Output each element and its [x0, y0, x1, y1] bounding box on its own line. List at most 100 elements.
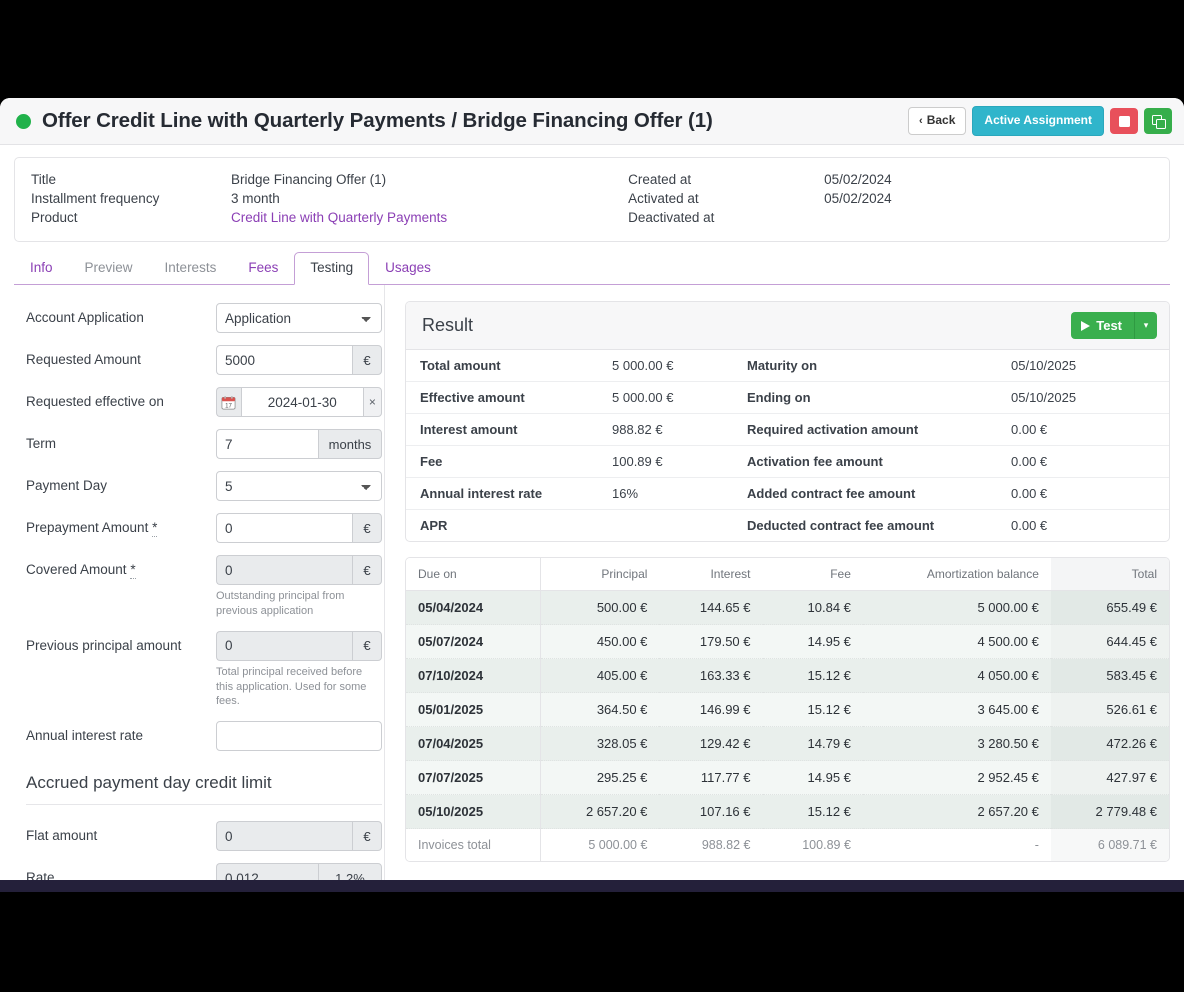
summary-value: 05/02/2024 — [824, 191, 892, 206]
stop-button[interactable] — [1110, 108, 1138, 134]
cell-balance: 2 657.20 € — [862, 794, 1051, 829]
back-button-label: Back — [926, 113, 956, 128]
summary-value: 05/02/2024 — [824, 172, 892, 187]
result-key: Total amount — [406, 350, 606, 382]
field-account-application: Account Application Application — [26, 303, 384, 333]
cell-total: 644.45 € — [1050, 624, 1169, 659]
summary-card: Title Bridge Financing Offer (1) Install… — [14, 157, 1170, 242]
table-row: 07/10/2024 405.00 € 163.33 € 15.12 € 4 0… — [406, 658, 1169, 693]
field-previous-principal-amount: Previous principal amount € Total princi… — [26, 630, 384, 710]
field-label: Flat amount — [26, 828, 98, 844]
amortization-table-wrapper: Due on Principal Interest Fee Amortizati… — [405, 557, 1170, 862]
result-key: Activation fee amount — [741, 445, 1011, 478]
svg-text:17: 17 — [225, 402, 232, 409]
summary-value — [824, 210, 892, 225]
result-value: 0.00 € — [1011, 477, 1169, 510]
tab-preview[interactable]: Preview — [69, 252, 149, 285]
back-button[interactable]: ‹ Back — [908, 107, 967, 135]
cell-principal: 364.50 € — [540, 692, 660, 727]
footer-principal: 5 000.00 € — [540, 828, 660, 861]
field-label: Requested effective on — [26, 394, 164, 409]
result-key: Interest amount — [406, 413, 606, 446]
field-label: Term — [26, 436, 56, 451]
tab-usages[interactable]: Usages — [369, 252, 447, 285]
cell-principal: 328.05 € — [540, 726, 660, 761]
field-annual-interest-rate: Annual interest rate — [26, 721, 384, 752]
result-key: Maturity on — [741, 350, 1011, 382]
chevron-left-icon: ‹ — [919, 114, 923, 127]
field-label: Annual interest rate — [26, 728, 144, 744]
amortization-table-body: 05/04/2024 500.00 € 144.65 € 10.84 € 5 0… — [406, 590, 1169, 861]
cell-fee: 15.12 € — [762, 658, 863, 693]
calendar-icon[interactable]: 17 — [216, 387, 241, 417]
euro-addon: € — [352, 513, 382, 543]
chevron-down-icon[interactable]: ▾ — [1135, 312, 1157, 339]
field-label: Prepayment Amount * — [26, 513, 216, 537]
product-link[interactable]: Credit Line with Quarterly Payments — [231, 210, 447, 225]
previous-principal-amount-input[interactable] — [216, 630, 352, 661]
field-label-text: Prepayment Amount — [26, 520, 149, 535]
annual-interest-rate-input[interactable] — [216, 721, 382, 752]
tooltip-marker[interactable]: * — [130, 562, 136, 579]
summary-value: 3 month — [231, 191, 280, 206]
footer-total: 6 089.71 € — [1050, 828, 1169, 861]
result-key: Fee — [406, 445, 606, 478]
euro-addon: € — [352, 821, 382, 852]
cell-balance: 2 952.45 € — [862, 760, 1051, 795]
result-test-button-main[interactable]: Test — [1071, 312, 1135, 339]
cell-fee: 14.95 € — [762, 624, 863, 659]
requested-effective-on-input[interactable] — [240, 387, 363, 417]
result-value: 5 000.00 € — [606, 350, 741, 382]
prepayment-amount-input[interactable] — [216, 513, 352, 543]
result-row: APR Deducted contract fee amount 0.00 € — [406, 510, 1169, 542]
field-label: Previous principal amount — [26, 637, 182, 653]
cell-interest: 163.33 € — [659, 658, 763, 693]
result-key: APR — [420, 518, 448, 533]
account-application-select[interactable]: Application — [216, 303, 382, 333]
tooltip-marker[interactable]: * — [152, 520, 158, 537]
content-area: Account Application Application Requeste… — [0, 285, 1184, 890]
flat-amount-input[interactable] — [216, 821, 352, 852]
tab-testing[interactable]: Testing — [294, 252, 370, 285]
table-footer-row: Invoices total 5 000.00 € 988.82 € 100.8… — [406, 828, 1169, 861]
cell-total: 526.61 € — [1050, 692, 1169, 727]
term-input[interactable] — [216, 429, 318, 459]
result-value: 100.89 € — [606, 445, 741, 478]
cell-fee: 10.84 € — [762, 590, 863, 625]
field-help-text: Outstanding principal from previous appl… — [216, 590, 345, 617]
requested-amount-input[interactable] — [216, 345, 352, 375]
tab-fees[interactable]: Fees — [232, 252, 294, 285]
clear-date-button[interactable]: × — [362, 387, 382, 417]
cell-principal: 500.00 € — [540, 590, 660, 625]
tab-info[interactable]: Info — [14, 252, 69, 285]
cell-due-on: 07/07/2025 — [406, 760, 542, 795]
payment-day-select[interactable]: 5 — [216, 471, 382, 501]
table-row: 07/04/2025 328.05 € 129.42 € 14.79 € 3 2… — [406, 726, 1169, 761]
cell-interest: 179.50 € — [659, 624, 763, 659]
result-pane: Result Test ▾ Total amount 5 000.00 € Ma… — [385, 285, 1170, 890]
footer-label: Invoices total — [406, 828, 542, 861]
tab-interests[interactable]: Interests — [149, 252, 233, 285]
footer-interest: 988.82 € — [659, 828, 763, 861]
result-row: Total amount 5 000.00 € Maturity on 05/1… — [406, 350, 1169, 382]
column-header-total: Total — [1050, 558, 1169, 591]
result-title: Result — [422, 315, 474, 335]
cell-fee: 14.95 € — [762, 760, 863, 795]
duplicate-button[interactable] — [1144, 108, 1172, 134]
result-row: Interest amount 988.82 € Required activa… — [406, 413, 1169, 446]
summary-value: Bridge Financing Offer (1) — [231, 172, 387, 187]
result-card-header: Result Test ▾ — [406, 302, 1169, 350]
covered-amount-input[interactable] — [216, 555, 352, 585]
footer-fee: 100.89 € — [762, 828, 863, 861]
cell-balance: 3 645.00 € — [862, 692, 1051, 727]
column-header-amortization-balance: Amortization balance — [862, 558, 1051, 591]
active-assignment-button[interactable]: Active Assignment — [972, 106, 1104, 136]
testing-form: Account Application Application Requeste… — [14, 285, 385, 890]
stop-square-icon — [1118, 115, 1130, 127]
table-row: 05/07/2024 450.00 € 179.50 € 14.95 € 4 5… — [406, 624, 1169, 659]
result-key: Effective amount — [406, 381, 606, 414]
cell-due-on: 05/01/2025 — [406, 692, 542, 727]
table-row: 05/04/2024 500.00 € 144.65 € 10.84 € 5 0… — [406, 590, 1169, 625]
result-test-button[interactable]: Test ▾ — [1071, 312, 1157, 339]
section-title-accrued-credit-limit: Accrued payment day credit limit — [26, 773, 382, 806]
